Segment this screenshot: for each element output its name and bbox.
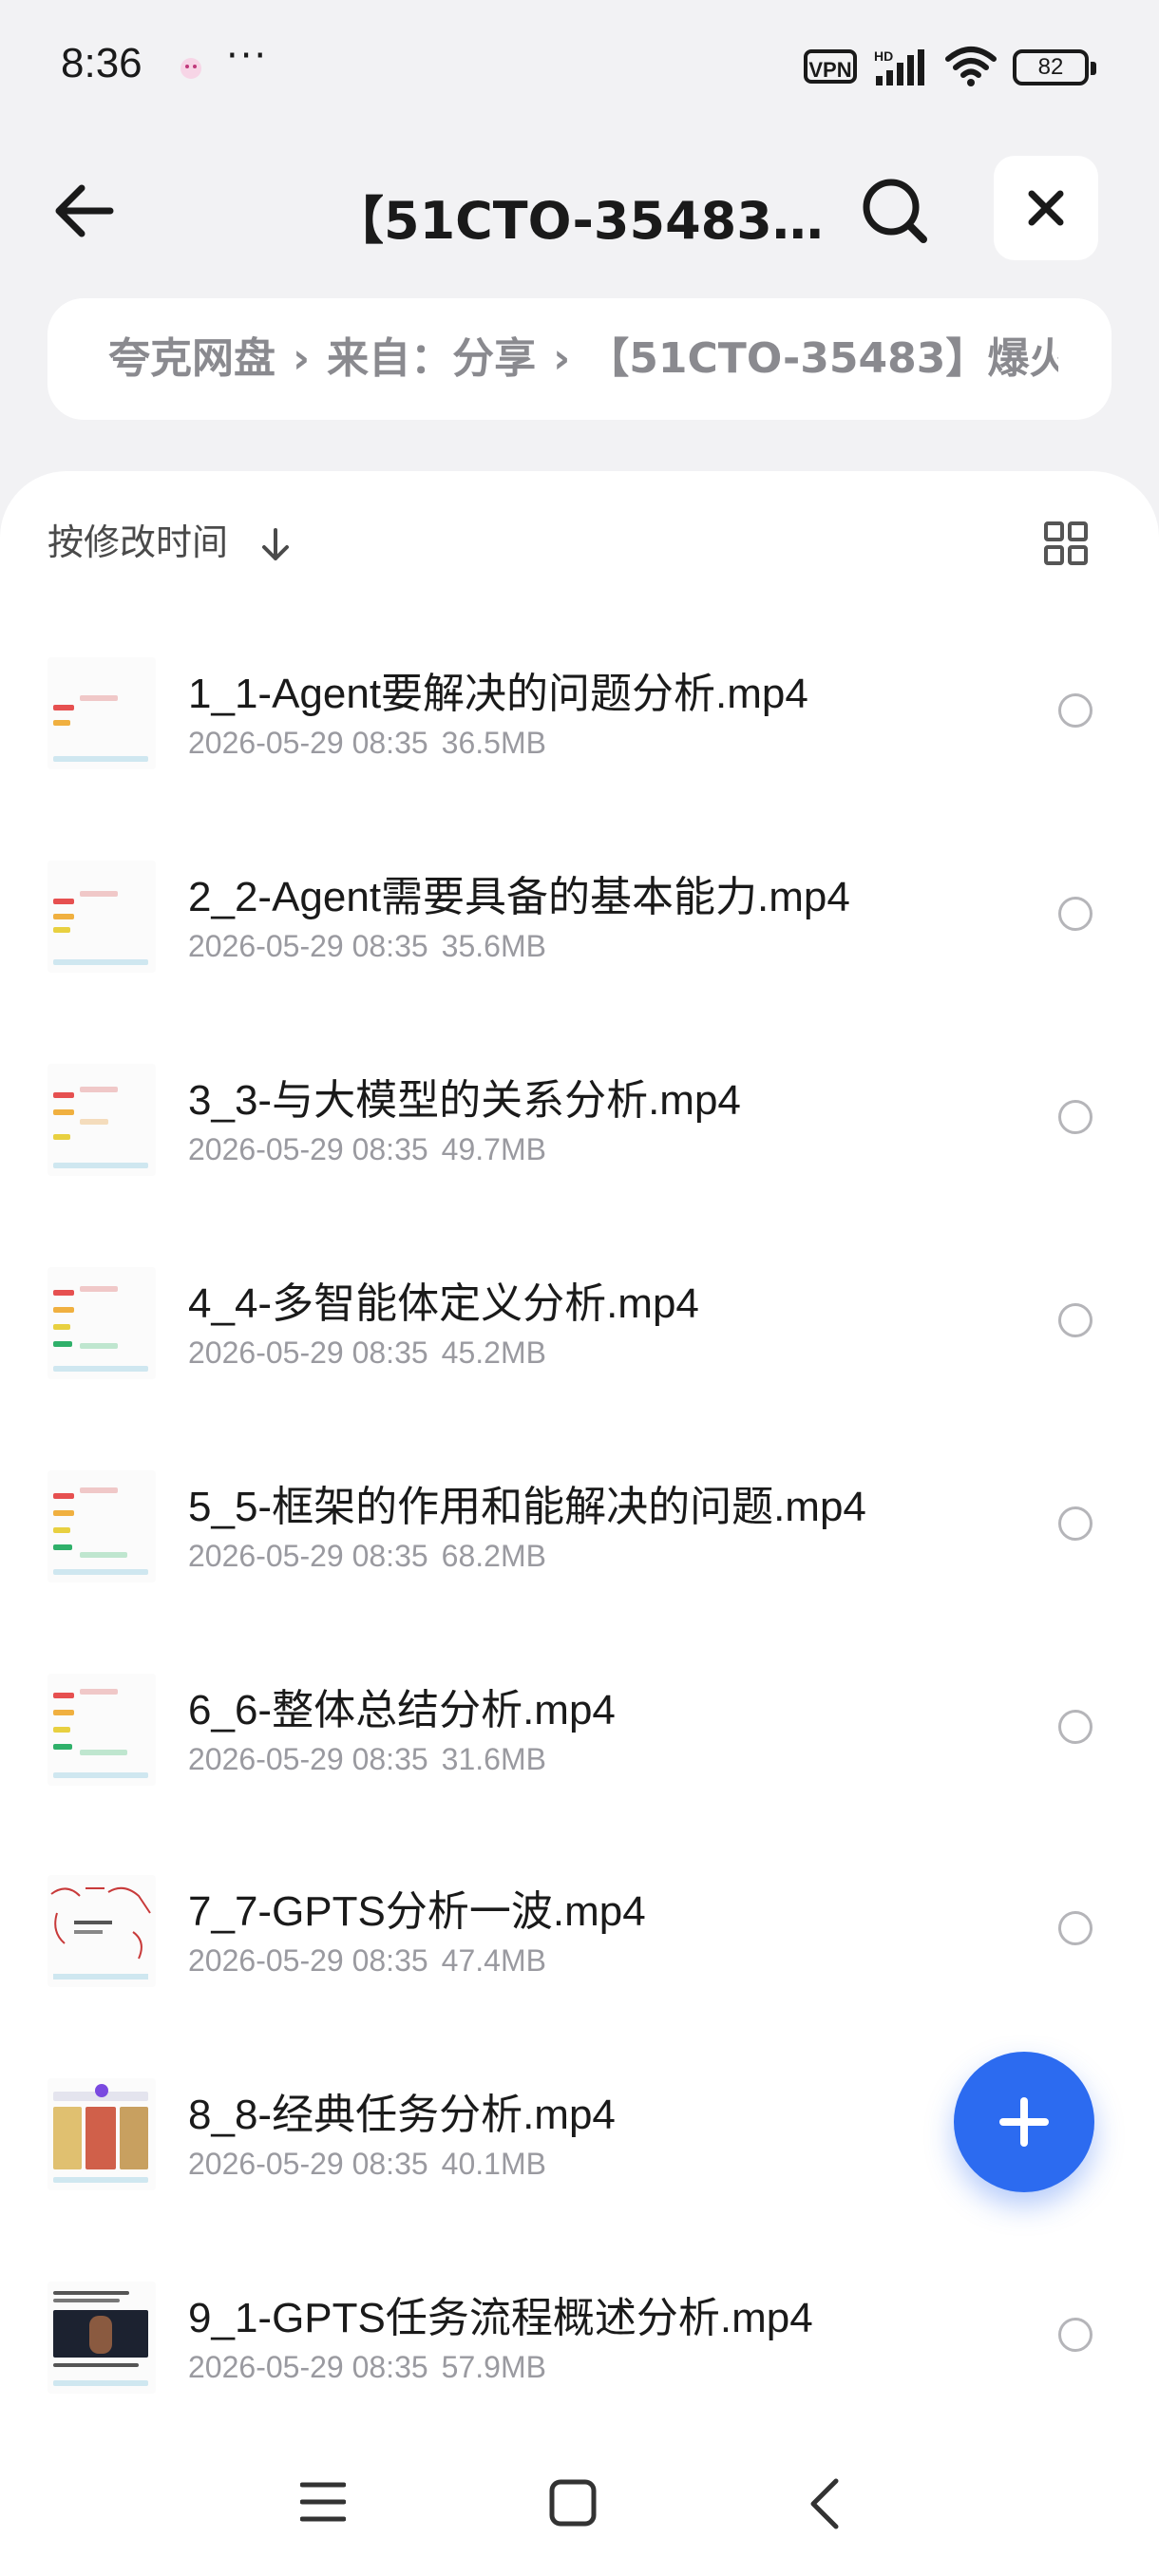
video-thumbnail [48,657,156,769]
file-date: 2026-05-29 08:35 [188,1335,428,1370]
handwriting-thumbnail-icon [50,1886,151,1979]
file-meta: 2026-05-29 08:35 31.6MB [188,1742,546,1777]
file-row[interactable]: 3_3-与大模型的关系分析.mp4 2026-05-29 08:35 49.7MB [0,1064,1159,1267]
video-thumbnail [48,2282,156,2394]
file-row[interactable]: 5_5-框架的作用和能解决的问题.mp4 2026-05-29 08:35 68.… [0,1470,1159,1674]
file-name: 6_6-整体总结分析.mp4 [188,1687,616,1733]
select-radio[interactable] [1058,2318,1092,2352]
file-meta: 2026-05-29 08:35 40.1MB [188,2147,546,2182]
file-meta: 2026-05-29 08:35 49.7MB [188,1132,546,1167]
file-meta: 2026-05-29 08:35 68.2MB [188,1539,546,1574]
file-meta: 2026-05-29 08:35 45.2MB [188,1335,546,1371]
status-time: 8:36 [61,40,142,86]
file-meta: 2026-05-29 08:35 36.5MB [188,726,546,761]
file-size: 36.5MB [441,726,546,760]
back-arrow-icon[interactable] [48,173,124,249]
file-row[interactable]: 4_4-多智能体定义分析.mp4 2026-05-29 08:35 45.2MB [0,1267,1159,1470]
file-list-panel: 按修改时间 1_1-Agent要解决的问题分析.mp4 2026-05-29 0… [0,471,1159,2576]
select-radio[interactable] [1058,693,1092,728]
breadcrumb-item-current[interactable]: 【51CTO-35483】爆火 [587,334,1058,383]
file-size: 47.4MB [441,1943,546,1978]
file-size: 57.9MB [441,2350,546,2384]
page-title: 【51CTO-35483】... [332,191,826,251]
search-icon[interactable] [855,171,935,251]
chevron-right-icon: › [553,334,571,383]
select-radio[interactable] [1058,1506,1092,1541]
select-radio[interactable] [1058,1100,1092,1134]
network-type-label: HD [874,48,893,64]
file-row[interactable]: 7_7-GPTS分析一波.mp4 2026-05-29 08:35 47.4MB [0,1875,1159,2078]
file-date: 2026-05-29 08:35 [188,1132,428,1166]
video-thumbnail [48,1674,156,1786]
file-size: 49.7MB [441,1132,546,1166]
file-name: 4_4-多智能体定义分析.mp4 [188,1280,699,1327]
file-name: 9_1-GPTS任务流程概述分析.mp4 [188,2295,813,2341]
select-radio[interactable] [1058,1911,1092,1945]
file-date: 2026-05-29 08:35 [188,1539,428,1573]
file-name: 7_7-GPTS分析一波.mp4 [188,1888,646,1935]
add-button[interactable] [954,2052,1094,2192]
file-name: 8_8-经典任务分析.mp4 [188,2092,616,2138]
breadcrumb-item-root[interactable]: 夸克网盘 [108,334,276,383]
file-date: 2026-05-29 08:35 [188,2350,428,2384]
file-meta: 2026-05-29 08:35 57.9MB [188,2350,546,2385]
home-square-icon[interactable] [549,2479,597,2527]
status-bar: 8:36 ··· VPN HD 82 [0,0,1159,133]
close-button[interactable] [994,156,1098,260]
chevron-right-icon: › [293,334,311,383]
video-thumbnail [48,1064,156,1176]
file-size: 31.6MB [441,1742,546,1776]
close-icon [1028,190,1064,226]
arrow-down-icon [262,527,290,560]
file-size: 45.2MB [441,1335,546,1370]
file-name: 3_3-与大模型的关系分析.mp4 [188,1077,741,1124]
video-thumbnail [48,1470,156,1582]
select-radio[interactable] [1058,1710,1092,1744]
select-radio[interactable] [1058,1303,1092,1337]
video-thumbnail [48,861,156,973]
file-size: 40.1MB [441,2147,546,2181]
battery-icon: 82 [1013,49,1096,85]
grid-view-icon[interactable] [1043,521,1089,566]
status-more-dots: ··· [226,34,269,78]
file-date: 2026-05-29 08:35 [188,726,428,760]
file-size: 68.2MB [441,1539,546,1573]
sort-label: 按修改时间 [48,521,229,563]
file-name: 1_1-Agent要解决的问题分析.mp4 [188,671,808,717]
vpn-icon: VPN [804,49,857,84]
file-date: 2026-05-29 08:35 [188,2147,428,2181]
file-date: 2026-05-29 08:35 [188,1742,428,1776]
file-row[interactable]: 6_6-整体总结分析.mp4 2026-05-29 08:35 31.6MB [0,1674,1159,1877]
file-meta: 2026-05-29 08:35 47.4MB [188,1943,546,1979]
sort-selector[interactable]: 按修改时间 [48,513,293,570]
file-size: 35.6MB [441,929,546,963]
file-meta: 2026-05-29 08:35 35.6MB [188,929,546,964]
nav-back-icon[interactable] [806,2477,844,2530]
video-thumbnail [48,2078,156,2190]
select-radio[interactable] [1058,897,1092,931]
file-row[interactable]: 1_1-Agent要解决的问题分析.mp4 2026-05-29 08:35 36… [0,657,1159,861]
breadcrumb-item-source[interactable]: 来自：分享 [327,334,536,383]
video-thumbnail [48,1875,156,1987]
file-row[interactable]: 2_2-Agent需要具备的基本能力.mp4 2026-05-29 08:35 3… [0,861,1159,1064]
file-name: 5_5-框架的作用和能解决的问题.mp4 [188,1484,866,1530]
breadcrumb: 夸克网盘 › 来自：分享 › 【51CTO-35483】爆火 [48,298,1112,420]
file-name: 2_2-Agent需要具备的基本能力.mp4 [188,874,850,920]
top-app-bar: 【51CTO-35483】... [0,142,1159,266]
signal-icon: HD [874,48,924,85]
system-nav-bar [0,2432,1159,2576]
wifi-icon [945,47,997,86]
file-date: 2026-05-29 08:35 [188,929,428,963]
video-thumbnail [48,1267,156,1379]
menu-icon[interactable] [300,2481,346,2523]
app-notification-icon [180,58,201,79]
file-date: 2026-05-29 08:35 [188,1943,428,1978]
